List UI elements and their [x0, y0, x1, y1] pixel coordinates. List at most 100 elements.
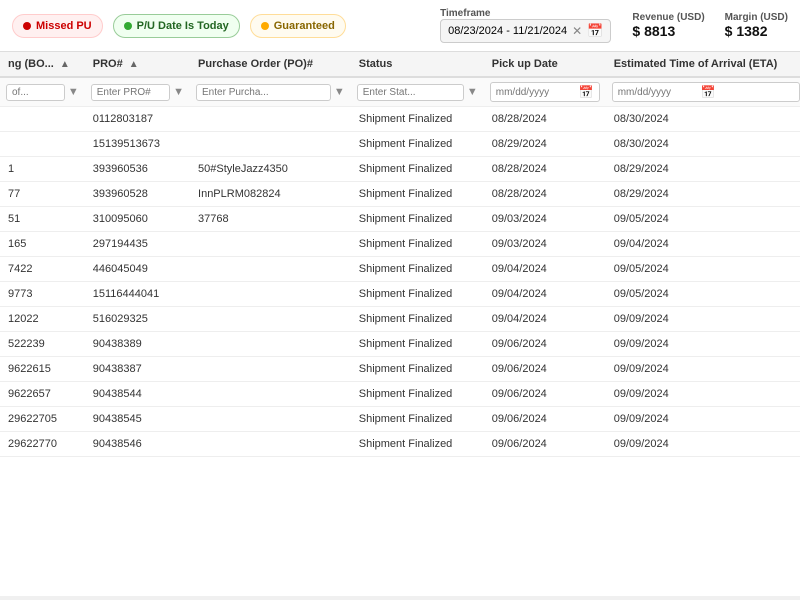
- filter-po-input[interactable]: [196, 84, 331, 101]
- cell-po: [190, 257, 351, 282]
- cell-status: Shipment Finalized: [351, 282, 484, 307]
- cell-status: Shipment Finalized: [351, 132, 484, 157]
- table-row[interactable]: 1 393960536 50#StyleJazz4350 Shipment Fi…: [0, 157, 800, 182]
- table-row[interactable]: 165 297194435 Shipment Finalized 09/03/2…: [0, 232, 800, 257]
- timeframe-title: Timeframe: [440, 8, 490, 19]
- filter-po-icon[interactable]: ▼: [334, 86, 345, 98]
- cell-bo: 7422: [0, 257, 85, 282]
- table-row[interactable]: 12022 516029325 Shipment Finalized 09/04…: [0, 307, 800, 332]
- cell-pro: 15139513673: [85, 132, 190, 157]
- cell-po: [190, 357, 351, 382]
- col-pickup: Pick up Date: [484, 52, 606, 77]
- cell-po: [190, 132, 351, 157]
- cell-bo: 77: [0, 182, 85, 207]
- col-pro: PRO# ▲: [85, 52, 190, 77]
- cell-pickup: 09/04/2024: [484, 257, 606, 282]
- filter-bar: Missed PU P/U Date Is Today Guaranteed T…: [0, 0, 800, 52]
- cell-bo: 1: [0, 157, 85, 182]
- cell-pickup: 09/03/2024: [484, 232, 606, 257]
- today-badge[interactable]: P/U Date Is Today: [113, 14, 240, 38]
- table-body: 0112803187 Shipment Finalized 08/28/2024…: [0, 107, 800, 457]
- table-row[interactable]: 9773 15116444041 Shipment Finalized 09/0…: [0, 282, 800, 307]
- timeframe-value[interactable]: 08/23/2024 - 11/21/2024 ✕ 📅: [440, 19, 611, 43]
- filter-pro-input[interactable]: [91, 84, 170, 101]
- guaranteed-dot: [261, 22, 269, 30]
- cell-pickup: 09/03/2024: [484, 207, 606, 232]
- table-row[interactable]: 29622705 90438545 Shipment Finalized 09/…: [0, 407, 800, 432]
- cell-eta: 09/09/2024: [606, 382, 800, 407]
- col-pro-sort-icon[interactable]: ▲: [129, 59, 139, 70]
- col-bo-label: ng (BO...: [8, 58, 54, 70]
- filter-eta-calendar-icon[interactable]: 📅: [701, 85, 716, 99]
- filter-status-icon[interactable]: ▼: [467, 86, 478, 98]
- filter-pickup-calendar-icon[interactable]: 📅: [579, 85, 594, 99]
- cell-po: InnPLRM082824: [190, 182, 351, 207]
- cell-eta: 08/30/2024: [606, 107, 800, 132]
- cell-pro: 516029325: [85, 307, 190, 332]
- cell-pro: 446045049: [85, 257, 190, 282]
- cell-po: [190, 332, 351, 357]
- revenue-value: $ 8813: [632, 23, 675, 39]
- cell-pickup: 08/29/2024: [484, 132, 606, 157]
- col-bo-sort-icon[interactable]: ▲: [60, 59, 70, 70]
- cell-bo: 29622705: [0, 407, 85, 432]
- cell-po: [190, 282, 351, 307]
- cell-eta: 09/09/2024: [606, 432, 800, 457]
- missed-label: Missed PU: [36, 20, 92, 32]
- cell-status: Shipment Finalized: [351, 157, 484, 182]
- cell-pickup: 09/06/2024: [484, 332, 606, 357]
- cell-status: Shipment Finalized: [351, 107, 484, 132]
- missed-pu-badge[interactable]: Missed PU: [12, 14, 103, 38]
- col-po: Purchase Order (PO)#: [190, 52, 351, 77]
- col-status-label: Status: [359, 58, 393, 70]
- filter-pro: ▼: [85, 77, 190, 107]
- cell-eta: 09/04/2024: [606, 232, 800, 257]
- table-row[interactable]: 522239 90438389 Shipment Finalized 09/06…: [0, 332, 800, 357]
- cell-bo: 29622770: [0, 432, 85, 457]
- filter-status: ▼: [351, 77, 484, 107]
- filter-bo: ▼: [0, 77, 85, 107]
- table-row[interactable]: 15139513673 Shipment Finalized 08/29/202…: [0, 132, 800, 157]
- table-row[interactable]: 7422 446045049 Shipment Finalized 09/04/…: [0, 257, 800, 282]
- cell-eta: 09/05/2024: [606, 257, 800, 282]
- table-row[interactable]: 51 310095060 37768 Shipment Finalized 09…: [0, 207, 800, 232]
- cell-pro: 393960528: [85, 182, 190, 207]
- guaranteed-badge[interactable]: Guaranteed: [250, 14, 346, 38]
- cell-po: [190, 382, 351, 407]
- cell-pickup: 08/28/2024: [484, 157, 606, 182]
- filter-status-input[interactable]: [357, 84, 464, 101]
- filter-bo-icon[interactable]: ▼: [68, 86, 79, 98]
- cell-pro: 310095060: [85, 207, 190, 232]
- table-row[interactable]: 29622770 90438546 Shipment Finalized 09/…: [0, 432, 800, 457]
- col-bo: ng (BO... ▲: [0, 52, 85, 77]
- col-pickup-label: Pick up Date: [492, 58, 558, 70]
- cell-bo: 165: [0, 232, 85, 257]
- timeframe-close-icon[interactable]: ✕: [572, 24, 582, 38]
- cell-pro: 90438545: [85, 407, 190, 432]
- table-row[interactable]: 9622657 90438544 Shipment Finalized 09/0…: [0, 382, 800, 407]
- cell-eta: 09/09/2024: [606, 307, 800, 332]
- revenue-label: Revenue (USD): [632, 12, 704, 23]
- filter-bo-input[interactable]: [6, 84, 65, 101]
- cell-eta: 09/05/2024: [606, 207, 800, 232]
- filter-pickup-input[interactable]: [496, 87, 576, 98]
- col-pro-label: PRO#: [93, 58, 123, 70]
- today-dot: [124, 22, 132, 30]
- cell-po: [190, 407, 351, 432]
- cell-pro: 15116444041: [85, 282, 190, 307]
- filter-pro-icon[interactable]: ▼: [173, 86, 184, 98]
- table-row[interactable]: 0112803187 Shipment Finalized 08/28/2024…: [0, 107, 800, 132]
- cell-pickup: 09/06/2024: [484, 357, 606, 382]
- filter-eta-input[interactable]: [618, 87, 698, 98]
- cell-po: [190, 232, 351, 257]
- cell-eta: 09/09/2024: [606, 332, 800, 357]
- cell-pro: 90438387: [85, 357, 190, 382]
- cell-bo: 9622657: [0, 382, 85, 407]
- today-label: P/U Date Is Today: [137, 20, 229, 32]
- timeframe-calendar-icon[interactable]: 📅: [587, 23, 603, 39]
- cell-eta: 08/29/2024: [606, 157, 800, 182]
- missed-dot: [23, 22, 31, 30]
- table-row[interactable]: 9622615 90438387 Shipment Finalized 09/0…: [0, 357, 800, 382]
- table-row[interactable]: 77 393960528 InnPLRM082824 Shipment Fina…: [0, 182, 800, 207]
- cell-status: Shipment Finalized: [351, 357, 484, 382]
